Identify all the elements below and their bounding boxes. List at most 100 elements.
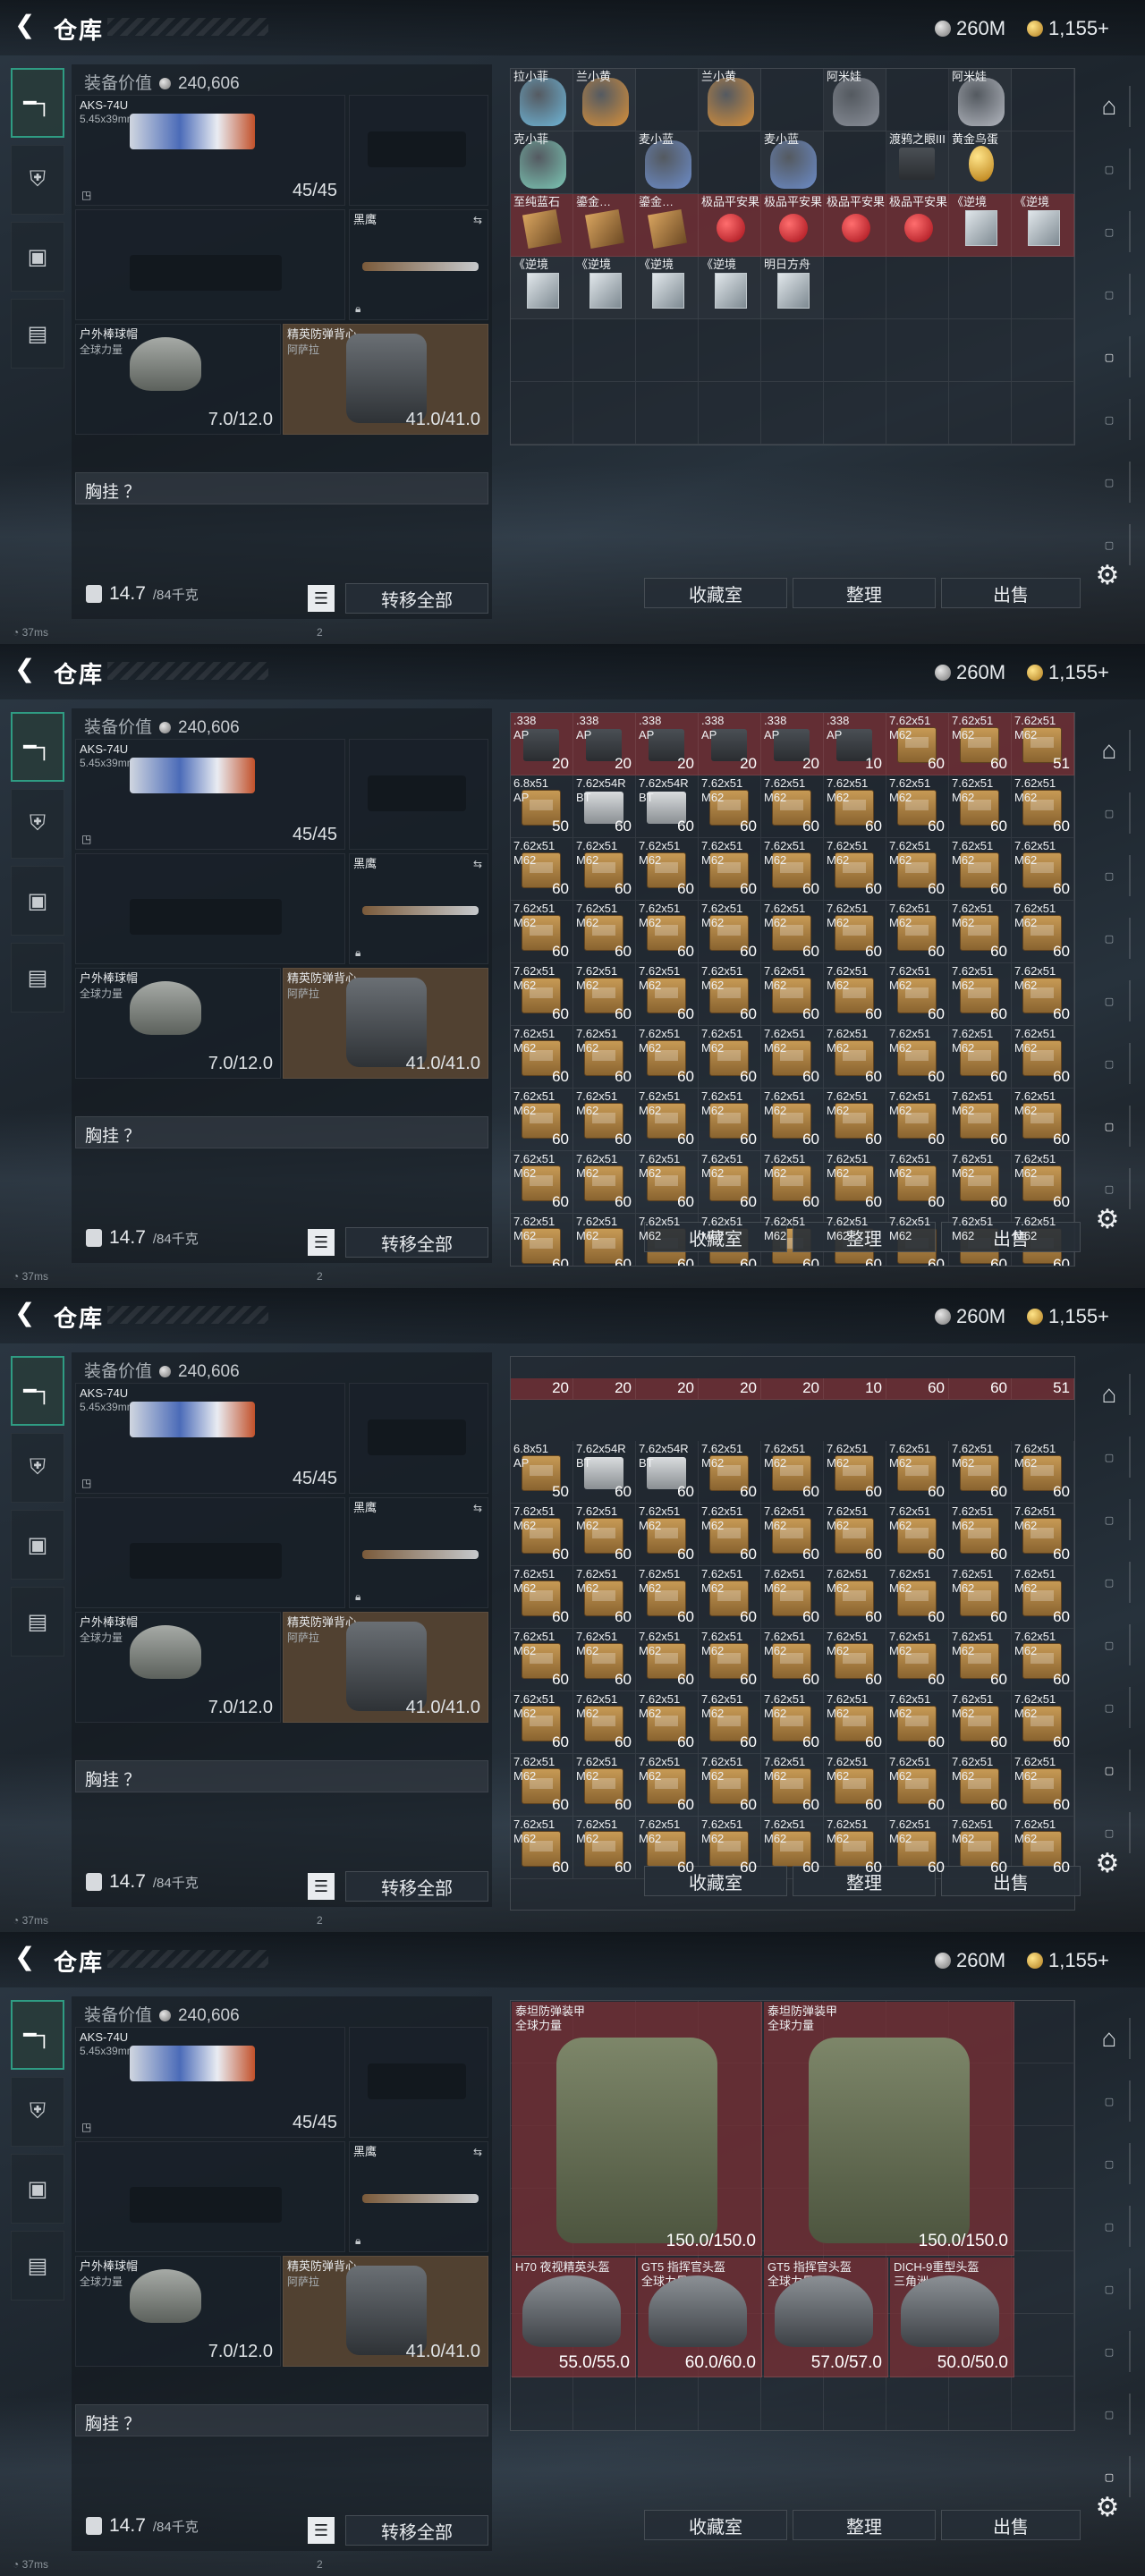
nav-armor-icon[interactable]: ⛨ (11, 789, 64, 859)
grid-cell[interactable]: 《逆境 (636, 257, 699, 319)
grid-cell[interactable]: 7.62x51 M62 60 (511, 1691, 573, 1754)
nav-case-icon[interactable]: ▤ (11, 1587, 64, 1657)
grid-cell[interactable]: 7.62x54R BT 60 (636, 1441, 699, 1504)
grid-cell[interactable]: 7.62x51 M62 60 (636, 1504, 699, 1566)
grid-cell[interactable]: 7.62x51 M62 60 (824, 1754, 886, 1817)
armor-slot[interactable]: 精英防弹背心 阿萨拉 41.0/41.0 (283, 1612, 488, 1723)
pistol-slot[interactable] (349, 95, 488, 206)
empty-cell[interactable] (1012, 2126, 1074, 2189)
armor-item[interactable]: 泰坦防弹装甲 全球力量 150.0/150.0 (512, 2002, 762, 2256)
secondary-weapon-slot[interactable] (75, 209, 345, 320)
silver-currency[interactable]: 260M (935, 660, 1005, 685)
empty-cell[interactable] (949, 382, 1012, 445)
grid-cell[interactable]: 《逆境 (1012, 194, 1074, 257)
melee-slot[interactable]: 黑鹰 ⇆ 🔒︎ (349, 209, 488, 320)
safe-box-icon[interactable]: ⌂ (1090, 2018, 1131, 2059)
swap-icon[interactable]: ⇆ (473, 2146, 482, 2158)
empty-cell[interactable] (824, 257, 886, 319)
helmet-slot[interactable]: 户外棒球帽 全球力量 7.0/12.0 (75, 324, 281, 435)
storage-tab-1-icon[interactable]: ▢ (1090, 148, 1131, 190)
grid-cell[interactable]: 7.62x51 M62 51 (1012, 713, 1074, 775)
armor-slot[interactable]: 精英防弹背心 阿萨拉 41.0/41.0 (283, 2256, 488, 2367)
collection-room-button[interactable]: 收藏室 (644, 2510, 787, 2540)
grid-cell[interactable]: 7.62x51 M62 60 (1012, 901, 1074, 963)
grid-cell[interactable]: 7.62x51 M62 60 (699, 838, 761, 901)
secondary-weapon-slot[interactable] (75, 853, 345, 964)
storage-tab-6-icon[interactable]: ▢ (1090, 1106, 1131, 1147)
gold-currency[interactable]: 1,155+ (1027, 16, 1109, 41)
grid-cell[interactable]: 7.62x51 M62 60 (886, 1089, 949, 1151)
organize-button[interactable]: 整理 (793, 578, 936, 608)
grid-cell[interactable]: 鎏金… (573, 194, 636, 257)
helmet-slot[interactable]: 户外棒球帽 全球力量 7.0/12.0 (75, 1612, 281, 1723)
helmet-item[interactable]: DICH-9重型头盔 三角洲 50.0/50.0 (890, 2258, 1014, 2377)
grid-cell-partial[interactable]: 60 (949, 1378, 1012, 1400)
nav-armor-icon[interactable]: ⛨ (11, 145, 64, 215)
swap-icon[interactable]: ⇆ (473, 858, 482, 870)
primary-weapon-slot[interactable]: AKS-74U 5.45x39mm ◳ 45/45 (75, 1383, 345, 1494)
grid-cell[interactable]: 7.62x51 M62 60 (573, 1504, 636, 1566)
grid-cell[interactable]: 7.62x51 M62 60 (886, 1151, 949, 1214)
grid-cell[interactable]: 至纯蓝石 (511, 194, 573, 257)
grid-cell[interactable]: 拉小菲 (511, 69, 573, 131)
grid-cell[interactable]: 6.8x51 AP 50 (511, 775, 573, 838)
grid-cell[interactable]: 7.62x51 M62 60 (699, 1151, 761, 1214)
grid-cell[interactable]: 7.62x51 M62 60 (886, 901, 949, 963)
grid-cell[interactable]: 阿米娃 (949, 69, 1012, 131)
grid-cell[interactable]: 7.62x51 M62 60 (886, 1629, 949, 1691)
grid-cell[interactable]: 7.62x51 M62 60 (761, 1566, 824, 1629)
settings-gear-icon[interactable]: ⚙ (1093, 1206, 1122, 1234)
storage-tab-3-icon[interactable]: ▢ (1090, 2206, 1131, 2247)
silver-currency[interactable]: 260M (935, 1948, 1005, 1973)
grid-cell[interactable]: 7.62x51 M62 60 (1012, 775, 1074, 838)
armor-slot[interactable]: 精英防弹背心 阿萨拉 41.0/41.0 (283, 324, 488, 435)
grid-cell[interactable]: 7.62x54R BT 60 (573, 1441, 636, 1504)
empty-cell[interactable] (761, 382, 824, 445)
nav-armor-icon[interactable]: ⛨ (11, 1433, 64, 1503)
grid-cell[interactable]: 7.62x51 M62 60 (824, 1504, 886, 1566)
grid-cell[interactable]: 7.62x54R BT 60 (636, 775, 699, 838)
empty-cell[interactable] (761, 2377, 824, 2430)
sell-button[interactable]: 出售 (941, 2510, 1081, 2540)
list-view-button[interactable]: ☰ (308, 1229, 335, 1256)
grid-cell[interactable] (886, 69, 949, 131)
grid-cell[interactable]: 7.62x51 M62 60 (573, 1817, 636, 1879)
pistol-slot[interactable] (349, 2027, 488, 2138)
grid-cell[interactable]: 7.62x51 M62 60 (886, 775, 949, 838)
grid-cell[interactable]: 《逆境 (699, 257, 761, 319)
grid-cell[interactable]: .338 AP 10 (824, 713, 886, 775)
grid-cell[interactable]: 7.62x51 M62 60 (949, 713, 1012, 775)
nav-armor-icon[interactable]: ⛨ (11, 2077, 64, 2147)
grid-cell[interactable]: 7.62x51 M62 60 (636, 1629, 699, 1691)
storage-tab-6-icon[interactable]: ▢ (1090, 2394, 1131, 2435)
grid-cell[interactable] (1012, 69, 1074, 131)
empty-cell[interactable] (636, 319, 699, 382)
helmet-slot[interactable]: 户外棒球帽 全球力量 7.0/12.0 (75, 2256, 281, 2367)
grid-cell[interactable]: 7.62x51 M62 60 (573, 901, 636, 963)
grid-cell[interactable]: 黄金鸟蛋 (949, 131, 1012, 194)
grid-cell[interactable]: 7.62x51 M62 60 (636, 838, 699, 901)
storage-tab-1-icon[interactable]: ▢ (1090, 2080, 1131, 2122)
empty-cell[interactable] (1012, 382, 1074, 445)
empty-cell[interactable] (824, 319, 886, 382)
storage-tab-2-icon[interactable]: ▢ (1090, 855, 1131, 896)
empty-cell[interactable] (699, 319, 761, 382)
grid-cell[interactable]: 7.62x51 M62 60 (1012, 1151, 1074, 1214)
grid-cell[interactable]: 7.62x51 M62 60 (949, 901, 1012, 963)
storage-tab-5-icon[interactable]: ▢ (1090, 1043, 1131, 1084)
grid-cell-partial[interactable]: 20 (699, 1378, 761, 1400)
storage-tab-6-icon[interactable]: ▢ (1090, 1750, 1131, 1791)
grid-cell[interactable]: 7.62x51 M62 60 (636, 1691, 699, 1754)
grid-cell[interactable]: 7.62x51 M62 60 (511, 1566, 573, 1629)
empty-cell[interactable] (1012, 319, 1074, 382)
safe-box-icon[interactable]: ⌂ (1090, 730, 1131, 771)
grid-cell[interactable]: 《逆境 (573, 257, 636, 319)
grid-cell[interactable]: 7.62x51 M62 60 (761, 1754, 824, 1817)
grid-cell[interactable]: 7.62x51 M62 60 (761, 1504, 824, 1566)
empty-cell[interactable] (824, 2377, 886, 2430)
grid-cell[interactable]: 7.62x54R BT 60 (573, 775, 636, 838)
grid-cell[interactable]: 极品平安果 (699, 194, 761, 257)
empty-cell[interactable] (949, 257, 1012, 319)
storage-tab-4-icon[interactable]: ▢ (1090, 2268, 1131, 2309)
grid-cell[interactable]: 7.62x51 M62 60 (511, 1151, 573, 1214)
